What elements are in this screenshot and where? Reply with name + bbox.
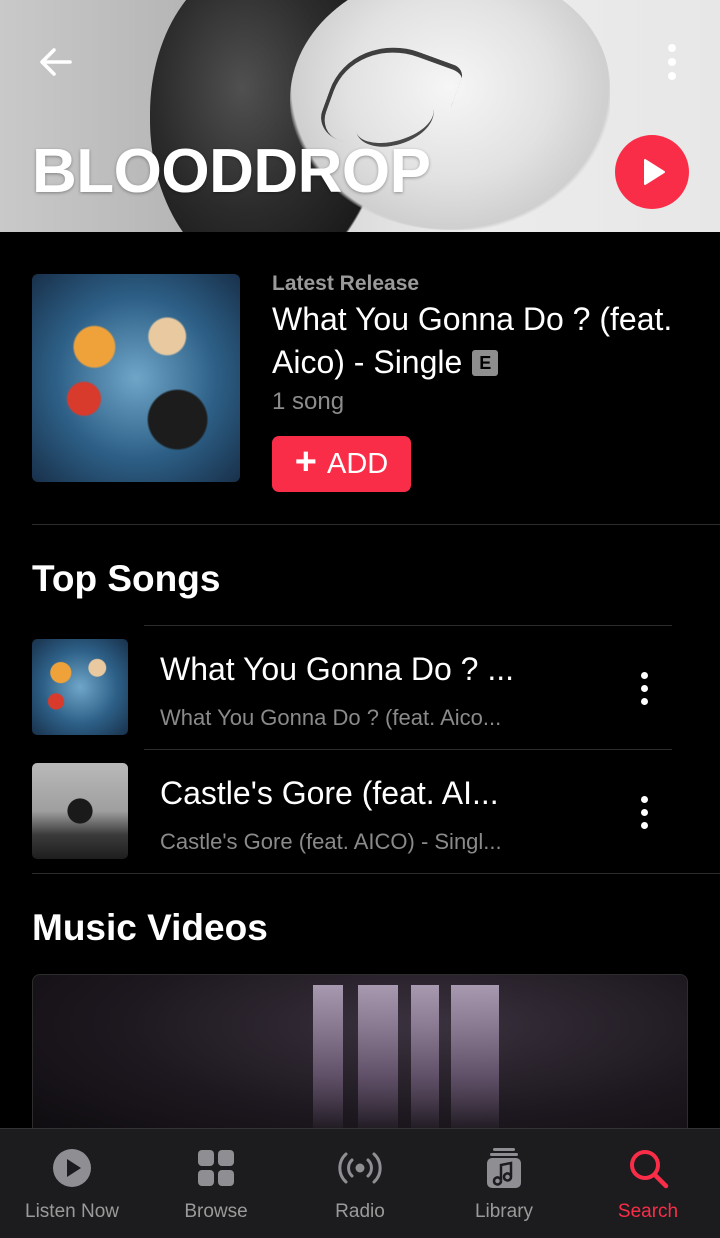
tab-listen-now[interactable]: Listen Now bbox=[0, 1129, 144, 1238]
more-vertical-icon bbox=[668, 44, 676, 80]
tab-library[interactable]: Library bbox=[432, 1129, 576, 1238]
explicit-badge: E bbox=[472, 350, 499, 376]
latest-release-card[interactable]: Latest Release What You Gonna Do ? (feat… bbox=[32, 272, 688, 502]
tab-label: Search bbox=[617, 1201, 679, 1222]
play-circle-icon bbox=[53, 1149, 91, 1187]
library-icon bbox=[487, 1148, 521, 1188]
music-video-thumbnail[interactable] bbox=[32, 974, 688, 1144]
radio-icon bbox=[338, 1152, 382, 1184]
tab-label: Listen Now bbox=[25, 1201, 119, 1222]
play-artist-button[interactable] bbox=[615, 135, 689, 209]
song-row[interactable]: Castle's Gore (feat. AI... Castle's Gore… bbox=[32, 749, 688, 873]
latest-release-label: Latest Release bbox=[272, 272, 420, 295]
artist-header: BLOODDROP bbox=[0, 0, 720, 232]
add-button[interactable]: + ADD bbox=[272, 436, 411, 492]
more-vertical-icon bbox=[640, 671, 648, 679]
tab-radio[interactable]: Radio bbox=[288, 1129, 432, 1238]
search-icon bbox=[630, 1150, 669, 1189]
tab-search[interactable]: Search bbox=[576, 1129, 720, 1238]
plus-icon: + bbox=[294, 441, 317, 483]
tab-browse[interactable]: Browse bbox=[144, 1129, 288, 1238]
tab-label: Library bbox=[474, 1201, 534, 1222]
song-artwork bbox=[32, 639, 128, 735]
back-button[interactable] bbox=[34, 40, 78, 84]
song-artwork bbox=[32, 763, 128, 859]
tab-label: Radio bbox=[335, 1201, 385, 1222]
divider bbox=[32, 873, 720, 874]
play-icon bbox=[644, 159, 665, 185]
song-title: Castle's Gore (feat. AI... bbox=[160, 775, 499, 811]
latest-release-song-count: 1 song bbox=[272, 388, 345, 415]
song-more-button[interactable] bbox=[622, 663, 666, 713]
arrow-left-icon bbox=[40, 48, 72, 76]
latest-release-title[interactable]: What You Gonna Do ? (feat. Aico) - Singl… bbox=[272, 298, 692, 384]
tab-label: Browse bbox=[184, 1201, 248, 1222]
song-subtitle: What You Gonna Do ? (feat. Aico... bbox=[160, 705, 502, 730]
divider bbox=[32, 524, 720, 525]
add-button-label: ADD bbox=[326, 447, 389, 480]
song-more-button[interactable] bbox=[622, 787, 666, 837]
artist-name: BLOODDROP bbox=[32, 137, 431, 206]
top-songs-heading: Top Songs bbox=[32, 558, 221, 599]
song-title: What You Gonna Do ? ... bbox=[160, 651, 515, 687]
more-vertical-icon bbox=[640, 795, 648, 803]
song-subtitle: Castle's Gore (feat. AICO) - Singl... bbox=[160, 829, 502, 854]
grid-icon bbox=[198, 1150, 234, 1186]
video-light-beam bbox=[313, 985, 343, 1135]
more-options-button[interactable] bbox=[650, 40, 694, 84]
music-videos-heading: Music Videos bbox=[32, 907, 268, 948]
song-row[interactable]: What You Gonna Do ? ... What You Gonna D… bbox=[32, 625, 688, 749]
latest-release-artwork[interactable] bbox=[32, 274, 240, 482]
bottom-tab-bar: Listen Now Browse Radio Library Search bbox=[0, 1128, 720, 1238]
